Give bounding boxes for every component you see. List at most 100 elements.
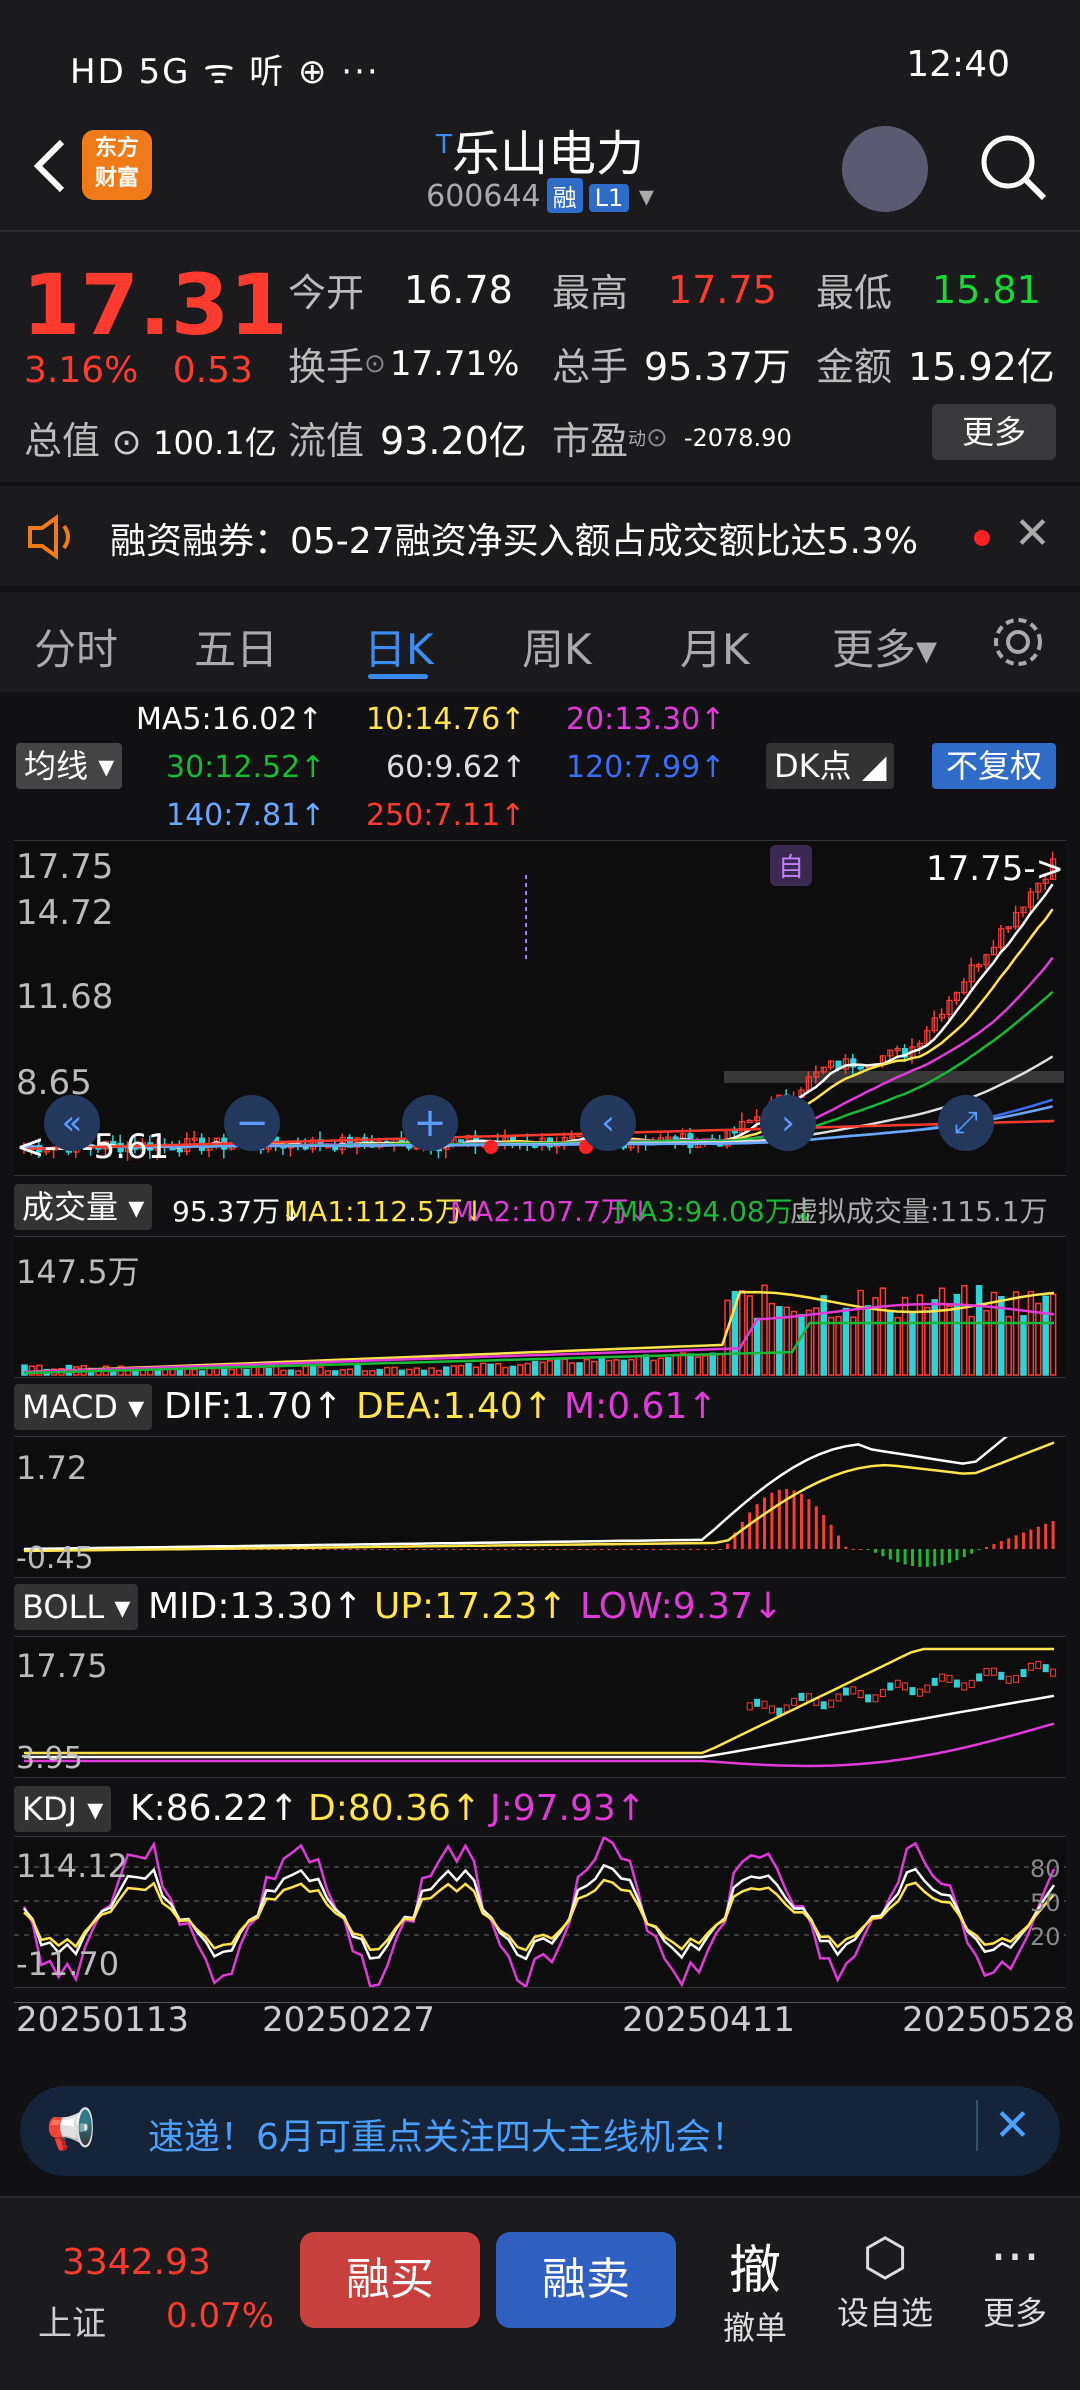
macd-bar — [533, 1549, 537, 1550]
scroll-left-icon[interactable]: ‹ — [580, 1095, 636, 1151]
banner-text: 速递！6月可重点关注四大主线机会！ — [148, 2117, 747, 2158]
add-favorite-button[interactable]: ⬡ 设自选 — [830, 2228, 940, 2334]
volume-bar — [1005, 1315, 1012, 1376]
kdj-r1: 80 — [1030, 1855, 1061, 1883]
margin-buy-button[interactable]: 融买 — [300, 2232, 480, 2328]
assistant-robot-icon[interactable] — [842, 126, 928, 212]
macd-bar — [518, 1549, 522, 1550]
tab-more[interactable]: 更多▾ — [832, 616, 937, 677]
status-time: 12:40 — [906, 44, 1010, 85]
volume-bar — [768, 1302, 776, 1376]
close-icon[interactable]: ✕ — [1014, 508, 1051, 559]
volume-dropdown[interactable]: 成交量 ▾ — [14, 1184, 153, 1230]
zoom-in-icon[interactable]: + — [402, 1095, 458, 1151]
cancel-order-button[interactable]: 撤撤单 — [700, 2228, 810, 2349]
macd-bar — [829, 1524, 833, 1549]
volume-bar — [576, 1362, 583, 1376]
macd-bar — [955, 1549, 959, 1561]
macd-bar — [903, 1549, 907, 1565]
candle-body — [857, 1066, 864, 1070]
kdj-dropdown[interactable]: KDJ ▾ — [14, 1786, 112, 1832]
macd-bar — [659, 1549, 663, 1550]
macd-bar — [378, 1549, 382, 1550]
boll-candle — [961, 1682, 968, 1691]
kdj-chart[interactable]: 114.12 -11.70 80 50 20 — [14, 1836, 1066, 1988]
ma-dropdown[interactable]: 均线 ▾ — [16, 743, 123, 789]
signal-dot-1 — [484, 1140, 498, 1154]
boll-candle — [798, 1692, 805, 1701]
macd-dif: DIF:1.70↑ — [164, 1386, 343, 1427]
boll-chart[interactable]: 17.75 3.95 — [14, 1636, 1066, 1778]
macd-bar — [859, 1549, 863, 1550]
scroll-right-icon[interactable]: › — [760, 1095, 816, 1151]
volume-bar — [1042, 1295, 1049, 1376]
boll-candle — [879, 1689, 886, 1698]
dk-point-button[interactable]: DK点 ◢ — [766, 743, 895, 789]
speaker-icon — [28, 514, 70, 560]
volume-bar — [694, 1356, 702, 1376]
ma20-line — [23, 956, 1054, 1150]
macd-bar — [807, 1499, 811, 1549]
more-button[interactable]: 更多 — [932, 404, 1056, 460]
volume-bar — [894, 1316, 901, 1376]
zoom-out-icon[interactable]: − — [224, 1095, 280, 1151]
kline-high-tag: 17.75-> — [926, 849, 1065, 889]
macd-bar — [474, 1549, 478, 1550]
kline-chart[interactable]: 17.75 14.72 11.68 8.65 <----5.61 17.75->… — [14, 840, 1066, 1176]
macd-bar — [555, 1549, 559, 1550]
macd-bar — [763, 1497, 766, 1549]
index-value: 3342.93 — [62, 2242, 211, 2283]
more-menu-button[interactable]: ··· 更多 — [960, 2228, 1070, 2334]
index-name[interactable]: 上证 — [38, 2296, 106, 2345]
macd-bar — [896, 1549, 900, 1563]
boll-candle — [976, 1673, 983, 1682]
margin-sell-button[interactable]: 融卖 — [496, 2232, 676, 2328]
macd-bar — [622, 1549, 626, 1550]
macd-chart[interactable]: 1.72 -0.45 — [14, 1436, 1066, 1578]
volume-chart[interactable]: 147.5万 — [14, 1236, 1066, 1378]
scroll-left-fast-icon[interactable]: « — [44, 1095, 100, 1151]
tab-weekly[interactable]: 周K — [522, 616, 592, 677]
kdj-svg — [14, 1837, 1066, 1987]
volume-bar — [383, 1366, 391, 1376]
volume-bar — [983, 1309, 990, 1376]
boll-candle — [983, 1667, 990, 1676]
notice-bar[interactable]: 融资融券：05-27融资净买入额占成交额比达5.3% ✕ — [0, 486, 1080, 586]
tab-monthly[interactable]: 月K — [680, 616, 750, 677]
margin-tag: 融 — [546, 178, 583, 213]
macd-bar — [296, 1549, 300, 1550]
macd-dropdown[interactable]: MACD ▾ — [14, 1384, 153, 1430]
boll-mid: MID:13.30↑ — [148, 1586, 363, 1627]
volume-bar — [924, 1306, 931, 1376]
macd-bar — [837, 1535, 840, 1549]
volume-bar — [391, 1366, 398, 1376]
banner-close-icon[interactable]: ✕ — [976, 2100, 1031, 2151]
macd-bar — [933, 1549, 937, 1567]
news-banner[interactable]: 📢 速递！6月可重点关注四大主线机会！ ✕ — [20, 2086, 1060, 2176]
tab-daily[interactable]: 日K — [364, 616, 434, 677]
search-icon[interactable] — [978, 132, 1048, 202]
macd-bar — [548, 1549, 552, 1550]
macd-bar — [681, 1549, 685, 1550]
tab-intraday[interactable]: 分时 — [34, 616, 118, 677]
macd-bar — [970, 1549, 974, 1554]
fullscreen-icon[interactable]: ⤢ — [938, 1095, 994, 1151]
volume-bar — [820, 1295, 827, 1376]
volume-bar — [198, 1370, 206, 1376]
macd-bar — [607, 1549, 611, 1550]
boll-dropdown[interactable]: BOLL ▾ — [14, 1584, 139, 1630]
tab-five-day[interactable]: 五日 — [194, 616, 278, 677]
change: 3.16% 0.53 — [24, 350, 253, 391]
volume-bar — [428, 1367, 435, 1376]
volume-bar — [938, 1287, 946, 1376]
volume-bar — [354, 1364, 361, 1376]
boll-candle — [968, 1679, 975, 1688]
macd-bar — [526, 1549, 530, 1550]
boll-candle — [1050, 1668, 1057, 1677]
settings-gear-icon[interactable] — [990, 614, 1046, 670]
boll-low: LOW:9.37↓ — [580, 1586, 784, 1627]
adjust-button[interactable]: 不复权 — [932, 743, 1057, 789]
volume-bar — [672, 1353, 679, 1376]
volume-bar — [487, 1363, 494, 1376]
macd-bar — [1014, 1535, 1018, 1549]
